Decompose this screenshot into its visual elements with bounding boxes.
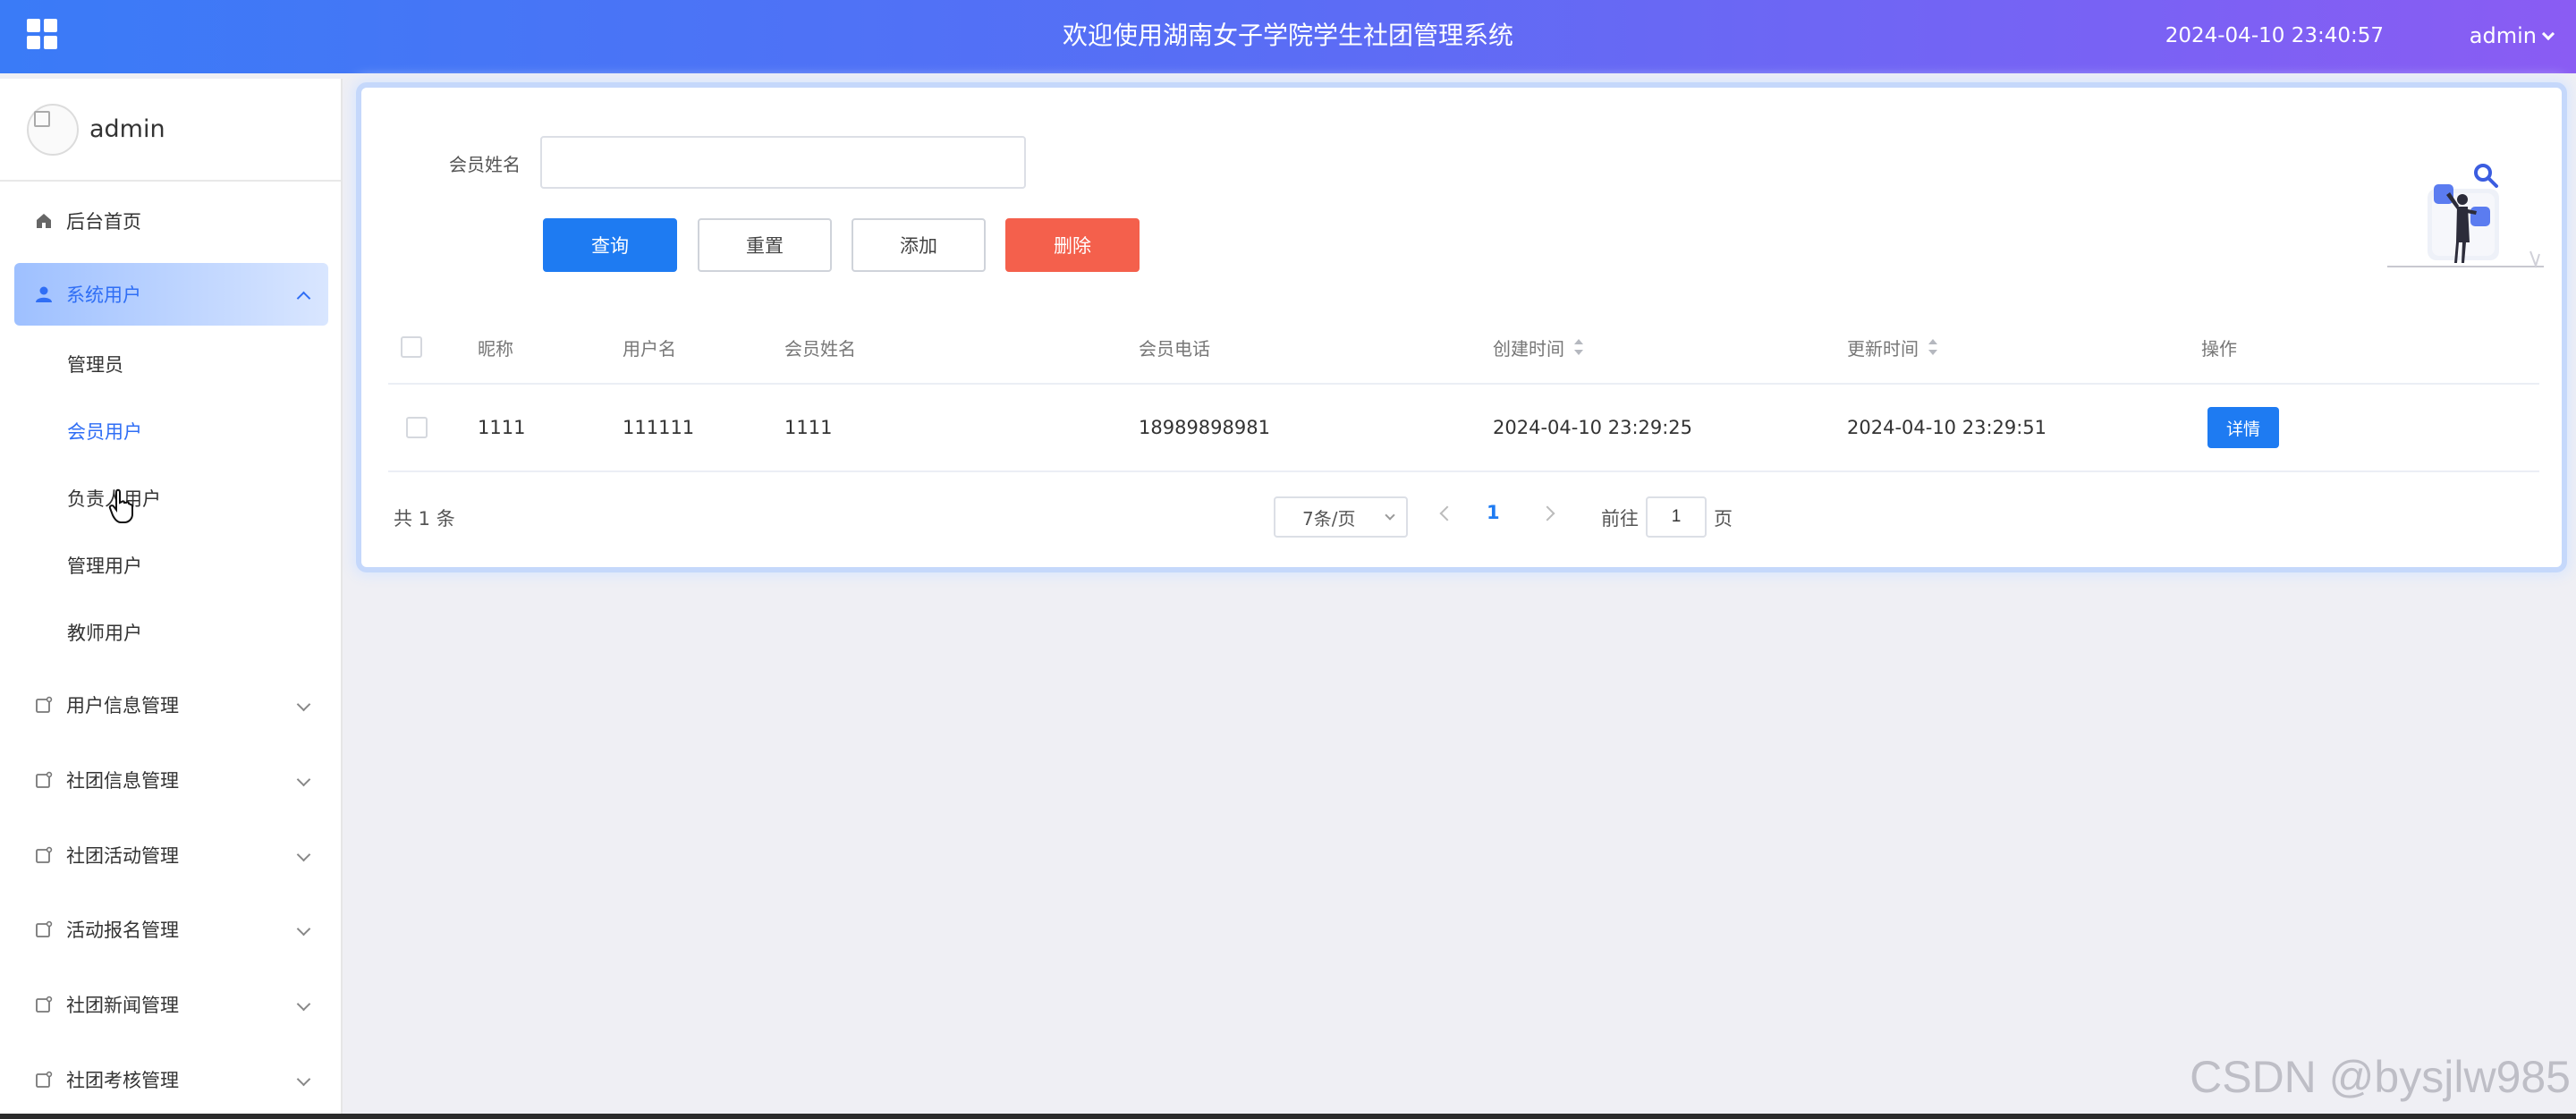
cell-created-time: 2024-04-10 23:29:25 — [1493, 417, 1693, 438]
chevron-down-icon — [2541, 27, 2555, 41]
cell-updated-time: 2024-04-10 23:29:51 — [1847, 417, 2047, 438]
total-count: 共 1 条 — [394, 508, 455, 530]
row-select-cell — [406, 385, 428, 470]
sidebar-username: admin — [89, 115, 165, 143]
sidebar: admin 后台首页 系统用户 管理员 会员用户 负责人用户 管理用户 教师用户… — [0, 79, 343, 1119]
watermark: CSDN @bysjlw985 — [2190, 1052, 2571, 1102]
column-header-created-time[interactable]: 创建时间 — [1493, 311, 1584, 383]
avatar — [27, 103, 79, 156]
header-datetime: 2024-04-10 23:40:57 — [2165, 24, 2384, 47]
search-illustration-image — [2387, 164, 2544, 269]
column-header-label: 更新时间 — [1847, 337, 1919, 360]
column-header-member-phone: 会员电话 — [1139, 337, 1210, 360]
reset-button[interactable]: 重置 — [698, 218, 832, 272]
chevron-down-icon — [296, 847, 311, 862]
sidebar-item-label: 社团新闻管理 — [66, 995, 179, 1016]
query-button[interactable]: 查询 — [543, 218, 677, 272]
sidebar-item-label: 社团信息管理 — [66, 770, 179, 792]
user-icon — [34, 284, 54, 304]
top-header: 欢迎使用湖南女子学院学生社团管理系统 2024-04-10 23:40:57 a… — [0, 0, 2576, 73]
goto-page-input[interactable] — [1646, 496, 1707, 538]
chevron-down-icon — [1385, 510, 1395, 521]
sidebar-item-club-assessment[interactable]: 社团考核管理 — [14, 1048, 328, 1111]
sidebar-subitem-manager-users[interactable]: 管理用户 — [67, 548, 326, 584]
sidebar-item-dashboard[interactable]: 后台首页 — [14, 190, 328, 252]
cell-member-name: 1111 — [784, 417, 833, 438]
home-icon — [34, 211, 54, 231]
column-header-updated-time[interactable]: 更新时间 — [1847, 311, 1938, 383]
table-header: 昵称 用户名 会员姓名 会员电话 创建时间 更新时间 操作 — [388, 311, 2539, 385]
select-all-cell — [401, 311, 422, 383]
member-name-input[interactable] — [540, 136, 1026, 189]
sidebar-item-club-info[interactable]: 社团信息管理 — [14, 749, 328, 811]
mouse-cursor-icon — [108, 488, 133, 523]
cell-member-phone: 18989898981 — [1139, 417, 1270, 438]
sidebar-item-label: 社团考核管理 — [66, 1070, 179, 1091]
chevron-down-icon — [296, 996, 311, 1012]
sidebar-subitem-member-users[interactable]: 会员用户 — [67, 414, 326, 450]
sort-icon[interactable] — [1928, 339, 1938, 355]
folder-icon — [34, 1070, 54, 1089]
sidebar-item-label: 用户信息管理 — [66, 695, 179, 716]
sidebar-item-system-users[interactable]: 系统用户 — [14, 263, 328, 326]
prev-page-icon[interactable] — [1439, 505, 1455, 521]
chevron-down-icon — [296, 1072, 311, 1087]
next-page-icon[interactable] — [1539, 505, 1555, 521]
sidebar-item-user-info[interactable]: 用户信息管理 — [14, 674, 328, 736]
sidebar-item-label: 社团活动管理 — [66, 845, 179, 867]
folder-icon — [34, 695, 54, 715]
user-name: admin — [2469, 23, 2537, 48]
sidebar-item-club-news[interactable]: 社团新闻管理 — [14, 973, 328, 1036]
sidebar-item-label: 活动报名管理 — [66, 920, 179, 941]
folder-icon — [34, 920, 54, 939]
main-panel: 会员姓名 查询 重置 添加 删除 昵称 用户名 会员姓名 会员电话 创建时间 更… — [361, 88, 2562, 567]
sidebar-item-club-activity[interactable]: 社团活动管理 — [14, 824, 328, 886]
column-header-label: 创建时间 — [1493, 337, 1564, 360]
select-all-checkbox[interactable] — [401, 336, 422, 358]
member-name-label: 会员姓名 — [449, 154, 521, 175]
user-menu[interactable]: admin — [2469, 0, 2555, 73]
add-button[interactable]: 添加 — [852, 218, 986, 272]
column-header-actions: 操作 — [2201, 337, 2237, 360]
chevron-up-icon — [296, 291, 311, 306]
cell-nickname: 1111 — [478, 417, 526, 438]
chevron-down-icon — [296, 697, 311, 712]
page-size-select[interactable]: 7条/页 — [1274, 496, 1408, 538]
chevron-down-icon — [296, 921, 311, 937]
sidebar-subitem-teacher-users[interactable]: 教师用户 — [67, 615, 326, 651]
sort-icon[interactable] — [1573, 339, 1584, 355]
page-size-value: 7条/页 — [1302, 507, 1356, 530]
sidebar-item-label: 后台首页 — [66, 211, 141, 233]
sidebar-item-label: 系统用户 — [66, 284, 141, 306]
bottom-border — [0, 1114, 2576, 1119]
folder-icon — [34, 770, 54, 790]
row-checkbox[interactable] — [406, 417, 428, 438]
table-row: 1111 111111 1111 18989898981 2024-04-10 … — [388, 385, 2539, 472]
column-header-username: 用户名 — [623, 337, 676, 360]
column-header-nickname: 昵称 — [478, 337, 513, 360]
page-number[interactable]: 1 — [1487, 502, 1500, 523]
folder-icon — [34, 995, 54, 1014]
goto-suffix: 页 — [1714, 508, 1733, 530]
delete-button[interactable]: 删除 — [1005, 218, 1140, 272]
cell-actions: 详情 — [2207, 385, 2279, 470]
column-header-member-name: 会员姓名 — [784, 337, 856, 360]
detail-button[interactable]: 详情 — [2207, 407, 2279, 448]
member-table: 昵称 用户名 会员姓名 会员电话 创建时间 更新时间 操作 1111 11111… — [388, 311, 2539, 472]
folder-icon — [34, 845, 54, 865]
goto-label: 前往 — [1601, 508, 1639, 530]
sidebar-user: admin — [0, 79, 341, 182]
cell-username: 111111 — [623, 417, 695, 438]
chevron-down-icon — [296, 772, 311, 787]
sidebar-subitem-admin[interactable]: 管理员 — [67, 347, 326, 383]
sidebar-item-activity-signup[interactable]: 活动报名管理 — [14, 898, 328, 961]
sidebar-subitem-leader-users[interactable]: 负责人用户 — [67, 481, 326, 517]
